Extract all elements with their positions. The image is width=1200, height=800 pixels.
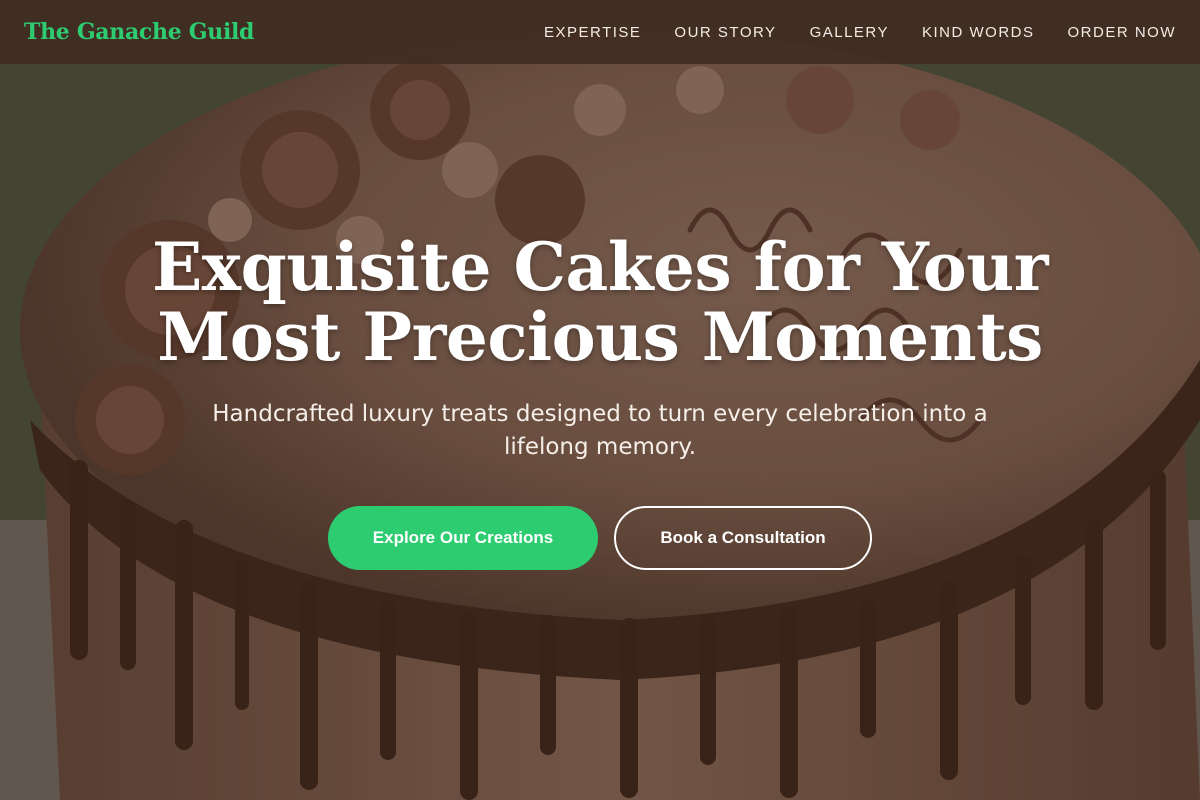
- hero-headline-line1: Exquisite Cakes for Your: [151, 228, 1049, 306]
- nav-link-order-now[interactable]: ORDER NOW: [1068, 24, 1177, 41]
- explore-creations-button[interactable]: Explore Our Creations: [328, 506, 598, 570]
- hero-headline: Exquisite Cakes for Your Most Precious M…: [0, 232, 1200, 372]
- brand-logo[interactable]: The Ganache Guild: [24, 19, 254, 45]
- hero-subheadline: Handcrafted luxury treats designed to tu…: [212, 401, 988, 460]
- nav-link-kind-words[interactable]: KIND WORDS: [922, 24, 1035, 41]
- hero-content: Exquisite Cakes for Your Most Precious M…: [0, 232, 1200, 570]
- nav-link-our-story[interactable]: OUR STORY: [674, 24, 776, 41]
- navbar: The Ganache Guild EXPERTISE OUR STORY GA…: [0, 0, 1200, 64]
- nav-link-expertise[interactable]: EXPERTISE: [544, 24, 641, 41]
- nav-links: EXPERTISE OUR STORY GALLERY KIND WORDS O…: [544, 24, 1176, 41]
- hero-headline-line2: Most Precious Moments: [157, 298, 1043, 376]
- hero-buttons: Explore Our Creations Book a Consultatio…: [0, 506, 1200, 570]
- nav-link-gallery[interactable]: GALLERY: [810, 24, 889, 41]
- book-consultation-button[interactable]: Book a Consultation: [614, 506, 872, 570]
